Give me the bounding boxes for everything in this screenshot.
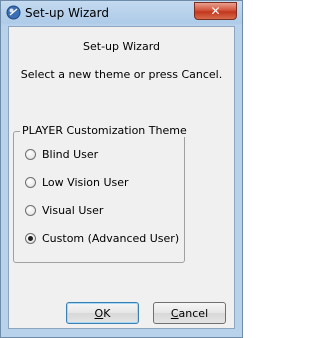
close-button[interactable]: ✕ <box>194 2 237 20</box>
window-title: Set-up Wizard <box>25 6 109 20</box>
ok-button[interactable]: OK <box>66 302 139 324</box>
dialog-heading: Set-up Wizard <box>83 40 160 53</box>
theme-groupbox: PLAYER Customization Theme Blind User Lo… <box>13 124 189 263</box>
radio-label[interactable]: Blind User <box>42 148 98 161</box>
theme-group-legend: PLAYER Customization Theme <box>20 124 189 137</box>
close-icon: ✕ <box>210 4 221 18</box>
radio-label[interactable]: Custom (Advanced User) <box>42 232 179 245</box>
dialog-instruction: Select a new theme or press Cancel. <box>20 68 223 81</box>
cancel-button[interactable]: Cancel <box>153 302 226 324</box>
radio-visual-user[interactable]: Visual User <box>25 203 103 217</box>
wizard-window: Set-up Wizard ✕ Set-up Wizard Select a n… <box>0 0 243 338</box>
radio-label[interactable]: Low Vision User <box>42 176 129 189</box>
radio-label[interactable]: Visual User <box>42 204 103 217</box>
radio-blind-user[interactable]: Blind User <box>25 147 98 161</box>
radio-button-icon[interactable] <box>25 176 36 188</box>
radio-custom-advanced-user[interactable]: Custom (Advanced User) <box>25 231 179 245</box>
title-bar[interactable]: Set-up Wizard ✕ <box>1 1 242 25</box>
dialog-body: Set-up Wizard Select a new theme or pres… <box>8 26 235 329</box>
cancel-mnemonic: C <box>170 306 179 320</box>
cancel-label: ancel <box>178 306 209 320</box>
radio-button-checked-icon[interactable] <box>25 232 36 244</box>
ok-mnemonic: O <box>94 306 104 320</box>
ok-label: K <box>103 306 111 320</box>
radio-button-icon[interactable] <box>25 148 36 160</box>
wizard-app-icon <box>6 5 21 20</box>
radio-button-icon[interactable] <box>25 204 36 216</box>
radio-low-vision-user[interactable]: Low Vision User <box>25 175 129 189</box>
